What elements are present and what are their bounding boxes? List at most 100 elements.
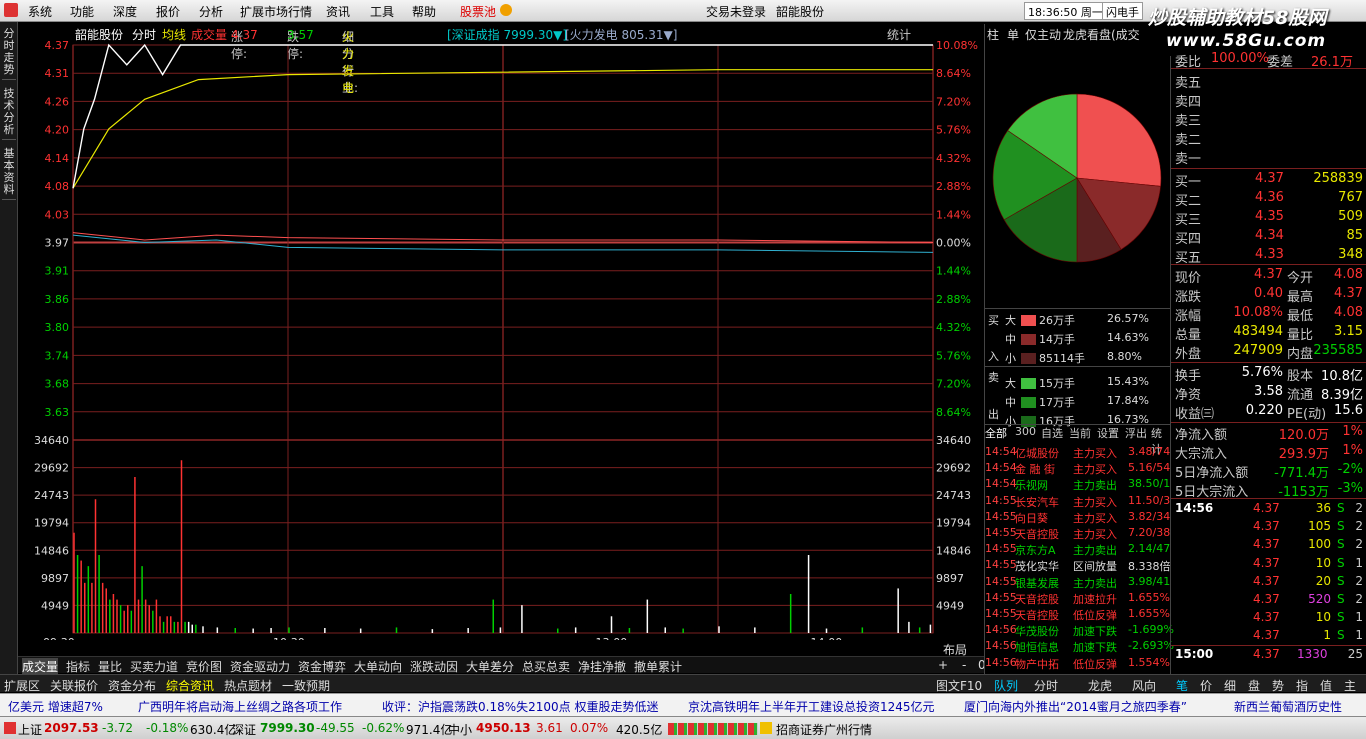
flow-swatch	[1021, 353, 1036, 364]
zoom-button[interactable]: -	[962, 658, 966, 672]
bid-row[interactable]: 买四 4.34 85	[1171, 227, 1366, 247]
indicator-tab[interactable]: 净挂净撤	[578, 658, 626, 675]
extension-tab[interactable]: 资金分布	[108, 677, 156, 694]
menu-analysis[interactable]: 分析	[199, 3, 223, 20]
deal-row[interactable]: 14:54 乐视网 主力卖出 38.50/1	[985, 476, 1171, 492]
news-item[interactable]: 京沈高铁明年上半年开工建设总投资1245亿元	[688, 698, 935, 715]
menu-help[interactable]: 帮助	[412, 3, 436, 20]
right-tab[interactable]: 值	[1320, 677, 1332, 694]
indicator-tab[interactable]: 竞价图	[186, 658, 222, 675]
news-item[interactable]: 广西明年将启动海上丝绸之路各项工作	[138, 698, 342, 715]
mid-bottom-tab[interactable]: 分时	[1034, 677, 1058, 694]
news-item[interactable]: 亿美元 增速超7%	[8, 698, 103, 715]
tab-fundamental[interactable]: 基本资料	[2, 148, 16, 200]
right-tab[interactable]: 细	[1224, 677, 1236, 694]
right-tab[interactable]: 盘	[1248, 677, 1260, 694]
deal-tab[interactable]: 全部	[985, 425, 1007, 441]
pct-tick-label: 2.88%	[936, 180, 971, 193]
deal-row[interactable]: 14:55 天音控股 加速拉升 1.655%	[985, 590, 1171, 606]
deal-row[interactable]: 14:55 长安汽车 主力买入 11.50/3	[985, 493, 1171, 509]
indicator-tab[interactable]: 资金驱动力	[230, 658, 290, 675]
bid-row[interactable]: 买一 4.37 258839	[1171, 170, 1366, 190]
indicator-tab[interactable]: 大单差分	[466, 658, 514, 675]
deal-row[interactable]: 14:55 京东方A 主力卖出 2.14/47	[985, 541, 1171, 557]
order-ratio-row: 委比 100.00% 委差 26.1万	[1175, 51, 1353, 70]
deal-row[interactable]: 14:55 向日葵 主力买入 3.82/34	[985, 509, 1171, 525]
flow-swatch	[1021, 378, 1036, 389]
zoom-button[interactable]: +	[938, 658, 948, 672]
indicator-tab[interactable]: 资金博弈	[298, 658, 346, 675]
mid-bottom-tab[interactable]: 龙虎	[1088, 677, 1112, 694]
price-tick-label: 3.97	[45, 237, 70, 250]
news-item[interactable]: 厦门向海内外推出“2014蜜月之旅四季春”	[964, 698, 1187, 715]
indicator-tab[interactable]: 量比	[98, 658, 122, 675]
intraday-chart[interactable]: 4.37 10.08% 4.31 8.64% 4.26 7.20% 4.20 5.76% 4.1…	[18, 40, 984, 640]
mid-tab[interactable]: 单	[1007, 26, 1019, 43]
right-tab[interactable]: 主	[1344, 677, 1356, 694]
flash-order-button[interactable]: 闪电手	[1102, 2, 1143, 20]
extension-tab[interactable]: 关联报价	[50, 677, 98, 694]
extension-tab[interactable]: 热点题材	[224, 677, 272, 694]
menu-function[interactable]: 功能	[70, 3, 94, 20]
f10-button[interactable]: 图文F10	[936, 677, 982, 694]
indicator-tab[interactable]: 大单动向	[354, 658, 402, 675]
pct-tick-label: 8.64%	[936, 67, 971, 80]
bid-row[interactable]: 买二 4.36 767	[1171, 189, 1366, 209]
right-tab[interactable]: 势	[1272, 677, 1284, 694]
menu-system[interactable]: 系统	[28, 3, 52, 20]
deal-row[interactable]: 14:54 亿城股份 主力买入 3.48/74	[985, 444, 1171, 460]
tick-row: 4.37 10 S 1	[1253, 610, 1363, 625]
deal-tab[interactable]: 300	[1015, 425, 1036, 438]
mid-bottom-tab[interactable]: 队列	[994, 677, 1018, 694]
news-item[interactable]: 收评：沪指震荡跌0.18%失2100点 权重股走势低迷	[382, 698, 658, 715]
deal-row[interactable]: 14:56 旭恒信息 加速下跌 -2.693%	[985, 638, 1174, 654]
mid-bottom-tab[interactable]: 风向	[1132, 677, 1156, 694]
right-tab[interactable]: 价	[1200, 677, 1212, 694]
indicator-tab[interactable]: 买卖力道	[130, 658, 178, 675]
tick-row: 4.37 105 S 2	[1253, 519, 1363, 534]
pct-tick-label: 10.08%	[936, 40, 978, 52]
bid-row[interactable]: 买五 4.33 348	[1171, 246, 1366, 266]
indicator-tab[interactable]: 涨跌动因	[410, 658, 458, 675]
extension-tab[interactable]: 扩展区	[4, 677, 40, 694]
window-title: 韶能股份	[776, 5, 825, 19]
deal-row[interactable]: 14:55 天音控股 主力买入 7.20/38	[985, 525, 1171, 541]
menu-news[interactable]: 资讯	[326, 3, 350, 20]
deal-tab[interactable]: 浮出	[1125, 425, 1147, 441]
news-item[interactable]: 新西兰葡萄酒历史性	[1234, 698, 1342, 715]
menu-stock-pool[interactable]: 股票池	[460, 3, 496, 20]
tab-technical[interactable]: 技术分析	[2, 88, 16, 140]
right-tab[interactable]: 笔	[1176, 677, 1188, 694]
mid-tab[interactable]: 龙虎看盘(成交	[1063, 26, 1140, 43]
deal-tab[interactable]: 自选	[1041, 425, 1063, 441]
indicator-tab[interactable]: 撤单累计	[634, 658, 682, 675]
right-tab[interactable]: 指	[1296, 677, 1308, 694]
deal-row[interactable]: 14:56 华茂股份 加速下跌 -1.699%	[985, 622, 1174, 638]
menu-tools[interactable]: 工具	[370, 3, 394, 20]
sell-label: 卖	[988, 371, 999, 384]
stock-pool-icon[interactable]	[500, 4, 512, 16]
menu-quote[interactable]: 报价	[156, 3, 180, 20]
deal-row[interactable]: 14:55 茂化实华 区间放量 8.338倍	[985, 557, 1171, 573]
menu-ext-market[interactable]: 扩展市场行情	[240, 3, 312, 20]
deal-tab[interactable]: 设置	[1097, 425, 1119, 441]
mid-tab[interactable]: 仅主动	[1025, 26, 1061, 43]
menu-depth[interactable]: 深度	[113, 3, 137, 20]
deal-row[interactable]: 14:55 天音控股 低位反弹 1.655%	[985, 606, 1171, 622]
signal-icon	[760, 722, 772, 734]
deal-row[interactable]: 14:55 银基发展 主力卖出 3.98/41	[985, 574, 1171, 590]
bid-row[interactable]: 买三 4.35 509	[1171, 208, 1366, 228]
deal-row[interactable]: 14:54 金 融 街主力买入 5.16/54	[985, 460, 1171, 476]
news-ticker[interactable]: 亿美元 增速超7% 广西明年将启动海上丝绸之路各项工作 收评：沪指震荡跌0.18%失…	[0, 693, 1366, 716]
extension-tab[interactable]: 一致预期	[282, 677, 330, 694]
deal-row[interactable]: 14:56 物产中拓 低位反弹 1.554%	[985, 655, 1171, 671]
extension-tab[interactable]: 综合资讯	[166, 677, 214, 694]
mid-tab[interactable]: 柱	[987, 26, 999, 43]
tab-intraday[interactable]: 分时走势	[2, 28, 16, 80]
indicator-tab[interactable]: 总买总卖	[522, 658, 570, 675]
extension-tabs: 扩展区 关联报价 资金分布 综合资讯 热点题材 一致预期 图文F10	[0, 674, 984, 694]
deal-tab[interactable]: 当前	[1069, 425, 1091, 441]
layout-button[interactable]: 布局	[943, 641, 967, 658]
indicator-tab[interactable]: 指标	[66, 658, 90, 675]
indicator-tab[interactable]: 成交量	[22, 658, 59, 675]
